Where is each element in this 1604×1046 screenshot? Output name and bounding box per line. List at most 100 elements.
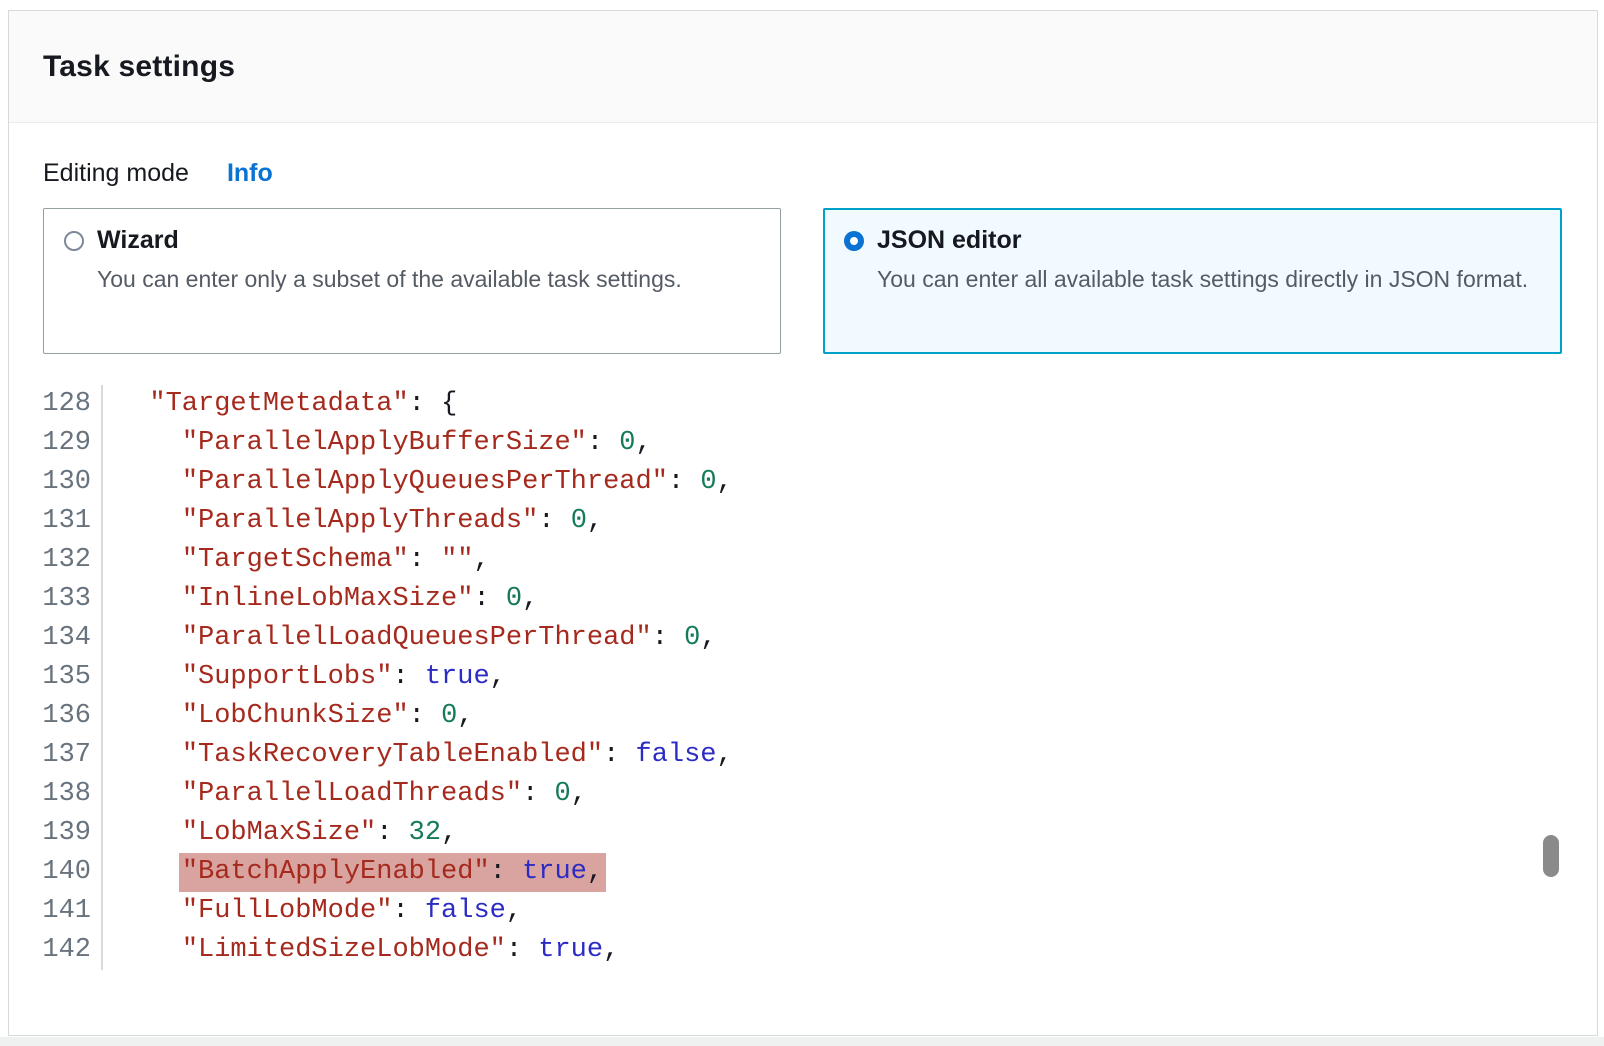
code-line-text[interactable]: "SupportLobs": true,	[103, 658, 506, 697]
code-line-text[interactable]: "TaskRecoveryTableEnabled": false,	[103, 736, 733, 775]
code-line[interactable]: 135 "SupportLobs": true,	[9, 658, 1597, 697]
comma: ,	[571, 779, 587, 809]
separator: :	[652, 623, 684, 653]
code-line-text[interactable]: "ParallelApplyBufferSize": 0,	[103, 424, 652, 463]
comma: ,	[700, 623, 716, 653]
json-key: "ParallelLoadThreads"	[182, 779, 522, 809]
code-line-text[interactable]: "ParallelApplyQueuesPerThread": 0,	[103, 463, 733, 502]
code-line-text[interactable]: "InlineLobMaxSize": 0,	[103, 580, 538, 619]
code-line-text[interactable]: "LimitedSizeLobMode": true,	[103, 931, 619, 970]
tile-wizard[interactable]: Wizard You can enter only a subset of th…	[43, 208, 781, 354]
comma: ,	[522, 584, 538, 614]
editor-scrollbar-thumb[interactable]	[1543, 835, 1559, 877]
json-key: "ParallelLoadQueuesPerThread"	[182, 623, 652, 653]
code-line[interactable]: 132 "TargetSchema": "",	[9, 541, 1597, 580]
code-line-text[interactable]: "ParallelLoadThreads": 0,	[103, 775, 587, 814]
line-number: 133	[9, 580, 103, 619]
separator: :	[409, 701, 441, 731]
tile-wizard-header: Wizard	[64, 226, 760, 255]
comma: ,	[441, 818, 457, 848]
json-key: "TargetSchema"	[182, 545, 409, 575]
comma: ,	[717, 740, 733, 770]
code-segment: "TaskRecoveryTableEnabled": false,	[182, 736, 733, 775]
code-line[interactable]: 130 "ParallelApplyQueuesPerThread": 0,	[9, 463, 1597, 502]
code-line[interactable]: 140 "BatchApplyEnabled": true,	[9, 853, 1597, 892]
comma: ,	[587, 857, 603, 887]
tile-wizard-label: Wizard	[97, 226, 179, 255]
json-key: "LobChunkSize"	[182, 701, 409, 731]
code-line[interactable]: 133 "InlineLobMaxSize": 0,	[9, 580, 1597, 619]
code-segment: "LobChunkSize": 0,	[182, 697, 474, 736]
editing-mode-row: Editing mode Info	[43, 159, 273, 188]
json-key: "FullLobMode"	[182, 896, 393, 926]
code-line[interactable]: 141 "FullLobMode": false,	[9, 892, 1597, 931]
code-editor[interactable]: 128 "TargetMetadata": {129 "ParallelAppl…	[9, 385, 1597, 970]
highlighted-code-segment: "BatchApplyEnabled": true,	[179, 853, 606, 892]
json-value: 0	[506, 584, 522, 614]
code-line[interactable]: 136 "LobChunkSize": 0,	[9, 697, 1597, 736]
code-line-text[interactable]: "FullLobMode": false,	[103, 892, 522, 931]
line-number: 128	[9, 385, 103, 424]
separator: :	[392, 662, 424, 692]
line-number: 141	[9, 892, 103, 931]
line-number: 132	[9, 541, 103, 580]
separator: :	[376, 818, 408, 848]
code-line-text[interactable]: "BatchApplyEnabled": true,	[103, 853, 603, 892]
json-key: "InlineLobMaxSize"	[182, 584, 474, 614]
json-key: "SupportLobs"	[182, 662, 393, 692]
radio-wizard[interactable]	[64, 231, 84, 251]
tile-json-editor-label: JSON editor	[877, 226, 1021, 255]
code-line[interactable]: 131 "ParallelApplyThreads": 0,	[9, 502, 1597, 541]
indent	[117, 467, 182, 497]
json-key: "LobMaxSize"	[182, 818, 376, 848]
code-segment: "ParallelLoadThreads": 0,	[182, 775, 587, 814]
indent	[117, 857, 182, 887]
code-line-text[interactable]: "LobChunkSize": 0,	[103, 697, 473, 736]
code-line-text[interactable]: "ParallelLoadQueuesPerThread": 0,	[103, 619, 717, 658]
separator: :	[587, 428, 619, 458]
json-key: "ParallelApplyQueuesPerThread"	[182, 467, 668, 497]
indent	[117, 662, 182, 692]
tile-json-editor[interactable]: JSON editor You can enter all available …	[823, 208, 1562, 354]
line-number: 136	[9, 697, 103, 736]
separator: :	[603, 740, 635, 770]
indent	[117, 389, 149, 419]
code-line[interactable]: 128 "TargetMetadata": {	[9, 385, 1597, 424]
json-key: "BatchApplyEnabled"	[182, 857, 490, 887]
json-value: true	[522, 857, 587, 887]
code-line[interactable]: 138 "ParallelLoadThreads": 0,	[9, 775, 1597, 814]
code-line[interactable]: 139 "LobMaxSize": 32,	[9, 814, 1597, 853]
comma: ,	[457, 701, 473, 731]
code-line-text[interactable]: "TargetMetadata": {	[103, 385, 457, 424]
json-value: 0	[700, 467, 716, 497]
code-segment: "ParallelLoadQueuesPerThread": 0,	[182, 619, 717, 658]
line-number: 135	[9, 658, 103, 697]
json-value: true	[425, 662, 490, 692]
json-value: 0	[619, 428, 635, 458]
code-line[interactable]: 137 "TaskRecoveryTableEnabled": false,	[9, 736, 1597, 775]
indent	[117, 740, 182, 770]
page-title: Task settings	[43, 50, 235, 84]
json-value: 0	[684, 623, 700, 653]
code-segment: "ParallelApplyThreads": 0,	[182, 502, 603, 541]
json-value: 0	[441, 701, 457, 731]
code-line[interactable]: 129 "ParallelApplyBufferSize": 0,	[9, 424, 1597, 463]
code-line[interactable]: 142 "LimitedSizeLobMode": true,	[9, 931, 1597, 970]
separator: :	[522, 779, 554, 809]
code-segment: "ParallelApplyBufferSize": 0,	[182, 424, 652, 463]
comma: ,	[473, 545, 489, 575]
indent	[117, 623, 182, 653]
code-line-text[interactable]: "LobMaxSize": 32,	[103, 814, 457, 853]
line-number: 142	[9, 931, 103, 970]
editing-mode-label: Editing mode	[43, 159, 189, 188]
code-line-text[interactable]: "TargetSchema": "",	[103, 541, 490, 580]
code-line[interactable]: 134 "ParallelLoadQueuesPerThread": 0,	[9, 619, 1597, 658]
separator: :	[668, 467, 700, 497]
indent	[117, 584, 182, 614]
line-number: 139	[9, 814, 103, 853]
radio-json-editor[interactable]	[844, 231, 864, 251]
info-link[interactable]: Info	[227, 159, 273, 188]
code-segment: "SupportLobs": true,	[182, 658, 506, 697]
comma: ,	[603, 935, 619, 965]
code-line-text[interactable]: "ParallelApplyThreads": 0,	[103, 502, 603, 541]
